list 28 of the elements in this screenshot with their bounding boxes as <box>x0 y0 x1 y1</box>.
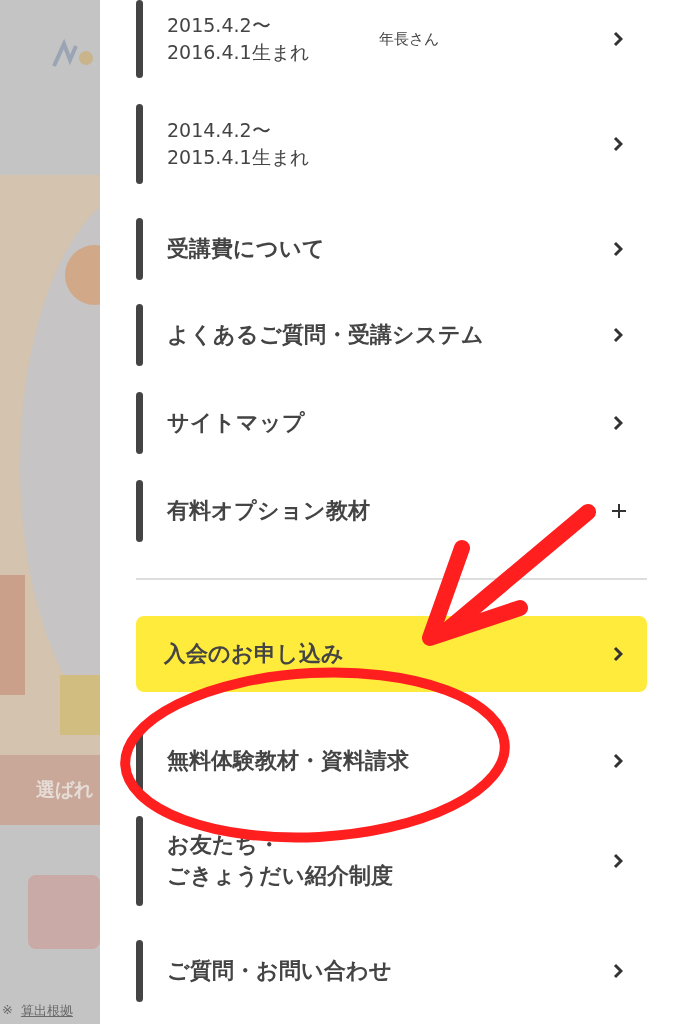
chevron-icon <box>613 241 623 257</box>
accent-bar <box>136 218 143 280</box>
chevron-icon <box>613 646 623 662</box>
menu-item[interactable]: 2014.4.2〜 2015.4.1生まれ <box>136 104 647 184</box>
menu-item[interactable]: よくあるご質問・受講システム <box>136 304 647 366</box>
accent-bar <box>136 304 143 366</box>
chevron-icon <box>613 853 623 869</box>
footnote-mark: ※ <box>2 1002 13 1019</box>
accent-bar <box>136 480 143 542</box>
note-text: 年長さん <box>378 29 439 49</box>
banner-text: 選ばれ <box>0 755 100 825</box>
signup-button[interactable]: 入会のお申し込み <box>136 616 647 692</box>
chevron-icon <box>613 753 623 769</box>
action-button[interactable] <box>28 875 100 949</box>
chevron-icon <box>613 415 623 431</box>
menu-item[interactable]: 有料オプション教材 <box>136 480 647 542</box>
chevron-icon <box>613 31 623 47</box>
accent-bar <box>136 940 143 1002</box>
menu-item[interactable]: サイトマップ <box>136 392 647 454</box>
chevron-icon <box>613 327 623 343</box>
chevron-icon <box>613 136 623 152</box>
menu-item[interactable]: ご質問・お問い合わせ <box>136 940 647 1002</box>
chevron-icon <box>613 963 623 979</box>
menu-item[interactable]: お友たち・ ごきょうだい紹介制度 <box>136 816 647 906</box>
menu-item[interactable]: 無料体験教材・資料請求 <box>136 730 647 792</box>
menu-item[interactable]: 受講費について <box>136 218 647 280</box>
menu-item[interactable]: 2015.4.2〜 2016.4.1生まれ 年長さん <box>136 0 647 78</box>
accent-bar <box>136 392 143 454</box>
